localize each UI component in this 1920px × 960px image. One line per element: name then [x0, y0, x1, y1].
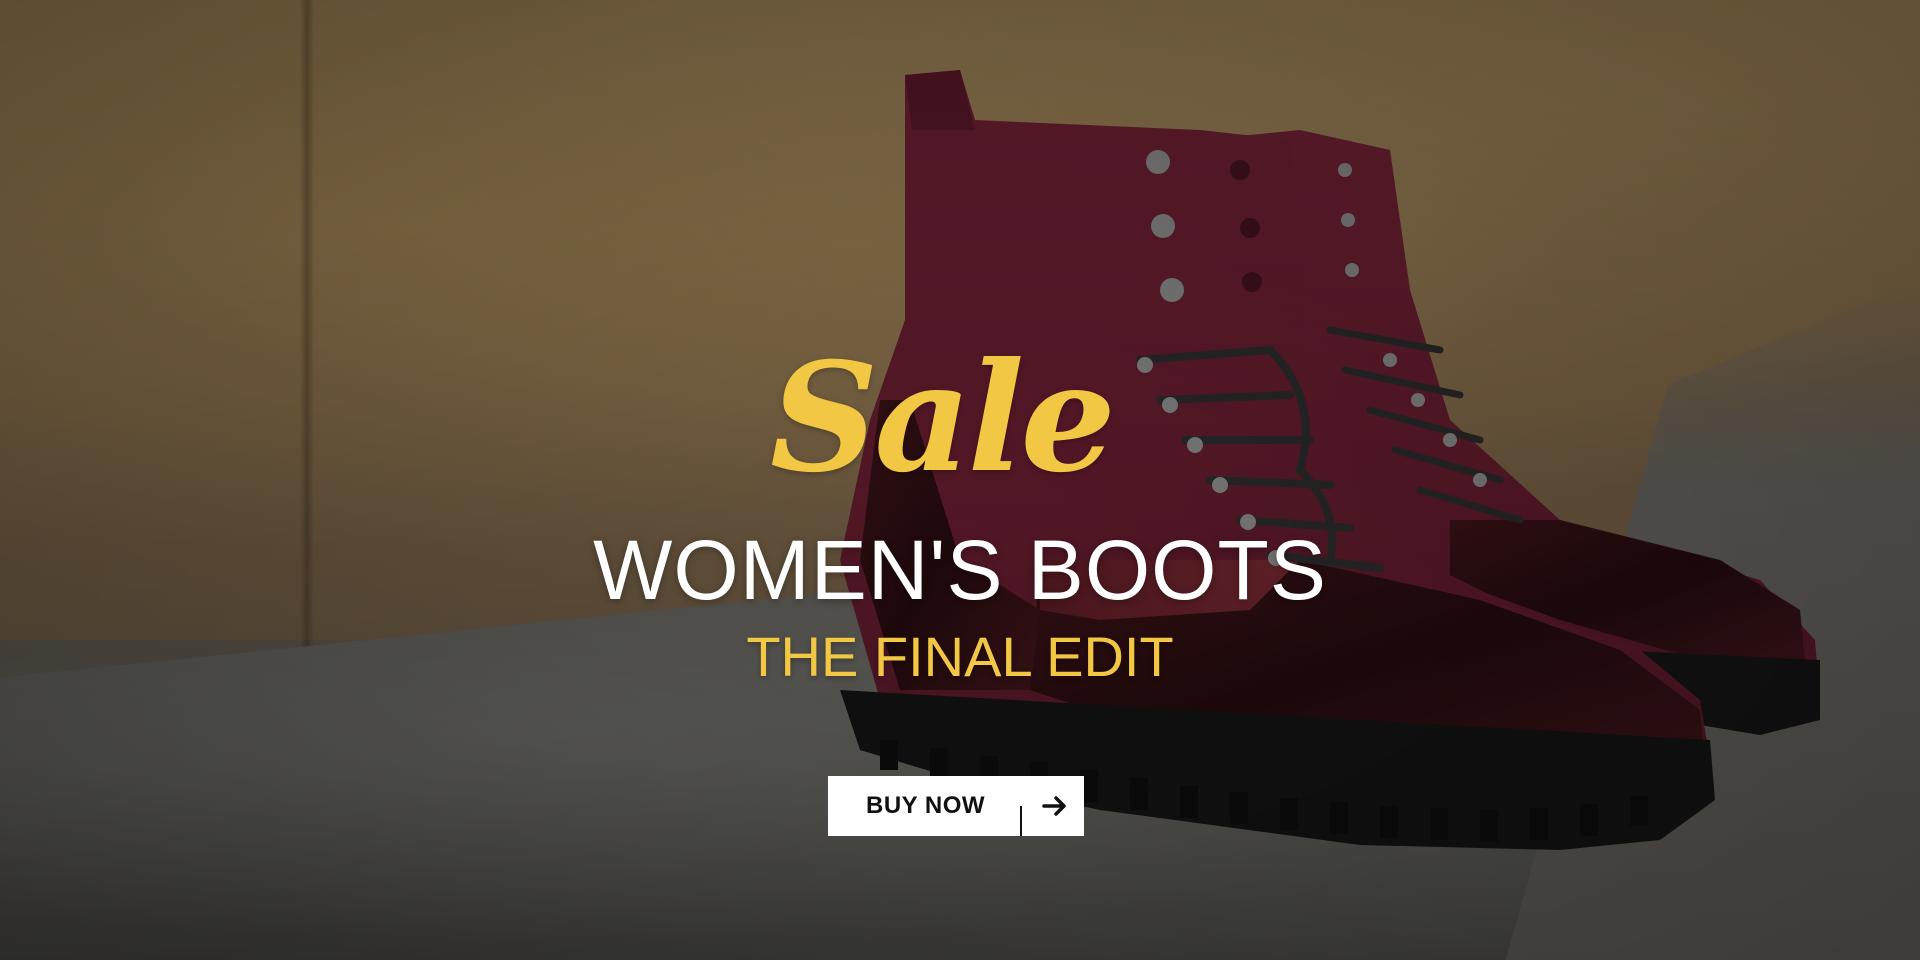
sale-script-title: Sale	[770, 330, 1116, 506]
cta-divider	[1020, 806, 1022, 836]
banner-subtitle: THE FINAL EDIT	[746, 625, 1174, 688]
buy-now-label: BUY NOW	[866, 792, 986, 819]
arrow-right-icon	[1042, 796, 1066, 816]
banner-title: WOMEN'S BOOTS	[593, 523, 1327, 617]
buy-now-button[interactable]: BUY NOW	[828, 776, 1084, 836]
hero-banner[interactable]: Sale WOMEN'S BOOTS THE FINAL EDIT BUY NO…	[0, 0, 1920, 960]
